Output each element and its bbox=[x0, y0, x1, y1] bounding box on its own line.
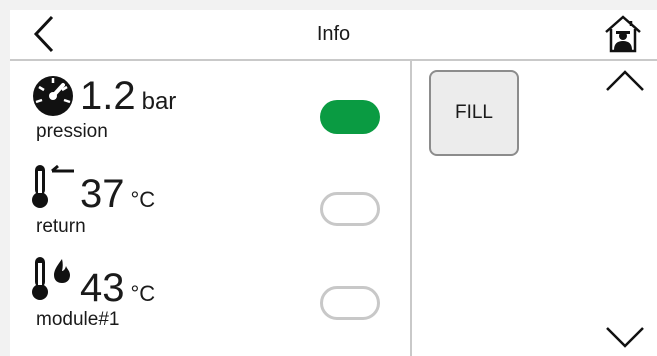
return-temperature-value: 37 bbox=[80, 172, 125, 216]
pressure-value: 1.2 bbox=[80, 74, 136, 118]
return-temperature-label: return bbox=[36, 216, 86, 237]
module-temperature-value: 43 bbox=[80, 266, 125, 310]
return-temperature-unit: °C bbox=[130, 187, 156, 212]
gauge-icon bbox=[33, 76, 73, 116]
pressure-unit: bar bbox=[141, 88, 177, 115]
module-temperature-reading: 43 °C bbox=[80, 268, 155, 308]
pressure-reading: 1.2 bar bbox=[80, 76, 176, 116]
chevron-down-icon[interactable] bbox=[604, 324, 646, 350]
return-temperature-toggle[interactable] bbox=[320, 192, 380, 226]
home-icon[interactable] bbox=[603, 13, 643, 55]
chevron-up-icon[interactable] bbox=[604, 68, 646, 94]
module-temperature-unit: °C bbox=[130, 281, 156, 306]
info-screen: Info 1.2 bar pression 37 °C return 43 °C… bbox=[10, 10, 657, 356]
return-temperature-reading: 37 °C bbox=[80, 174, 155, 214]
pressure-label: pression bbox=[36, 121, 108, 142]
thermometer-flame-icon bbox=[32, 257, 70, 300]
module-temperature-label: module#1 bbox=[36, 309, 120, 330]
pressure-toggle[interactable] bbox=[320, 100, 380, 134]
page-title: Info bbox=[316, 23, 351, 45]
pressure-row: 1.2 bar pression bbox=[10, 68, 410, 160]
return-temperature-row: 37 °C return bbox=[10, 162, 410, 254]
column-divider bbox=[410, 61, 412, 356]
module-temperature-row: 43 °C module#1 bbox=[10, 256, 410, 348]
module-temperature-toggle[interactable] bbox=[320, 286, 380, 320]
fill-button[interactable]: FILL bbox=[429, 70, 519, 156]
thermometer-return-icon bbox=[32, 164, 74, 208]
header-bar: Info bbox=[10, 10, 657, 61]
